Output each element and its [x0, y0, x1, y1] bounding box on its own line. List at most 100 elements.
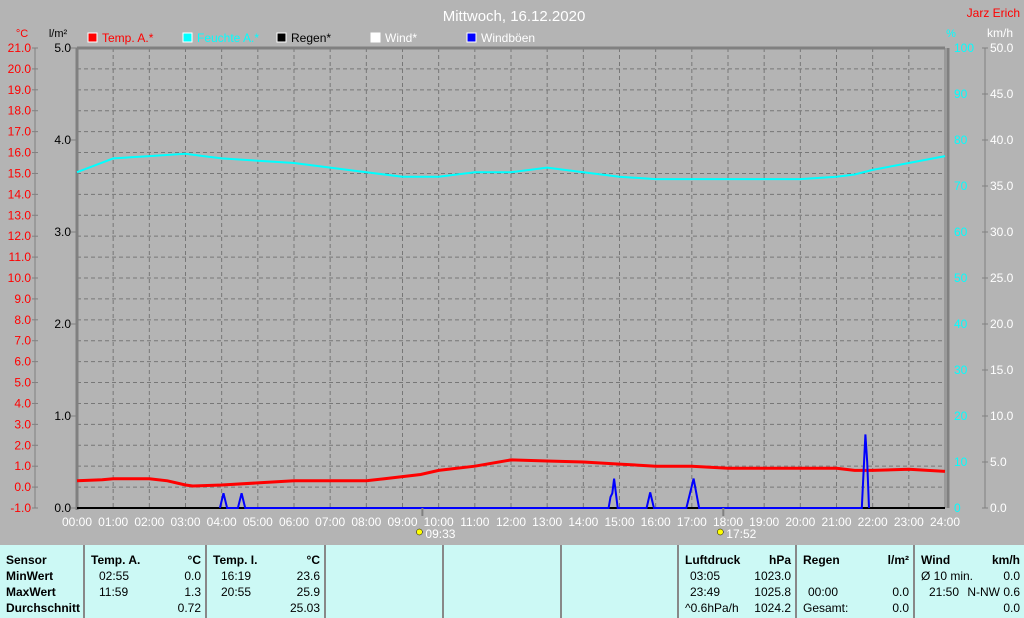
wind-tick-label: 25.0: [990, 271, 1014, 285]
wind-tick-label: 0.0: [990, 501, 1007, 515]
humidity-tick-label: 100: [954, 41, 974, 55]
humidity-tick-label: 80: [954, 133, 968, 147]
wind-tick-label: 10.0: [990, 409, 1014, 423]
temp-tick-label: 7.0: [14, 334, 31, 348]
x-tick-label: 01:00: [98, 515, 128, 529]
x-tick-label: 22:00: [858, 515, 888, 529]
header: Luftdruck: [685, 553, 741, 567]
temp-tick-label: 11.0: [9, 250, 32, 264]
legend-swatch: [370, 32, 381, 43]
humidity-tick-label: 40: [954, 317, 968, 331]
avg-value: 25.03: [289, 601, 320, 615]
last-value: 0.0: [1003, 601, 1020, 615]
wind-tick-label: 20.0: [990, 317, 1014, 331]
temp-tick-label: -1.0: [10, 501, 31, 515]
x-tick-label: 14:00: [568, 515, 598, 529]
header: Regen: [803, 553, 840, 567]
max-value: 25.9: [296, 585, 320, 599]
unit: l/m²: [887, 553, 909, 567]
legend-swatch: [87, 32, 98, 43]
x-tick-label: 03:00: [170, 515, 200, 529]
col-empty: [562, 545, 679, 618]
min-value: 0.0: [184, 569, 201, 583]
temp-tick-label: 9.0: [14, 292, 31, 306]
col-temp-a: Temp. A. °C 02:55 0.0 11:59 1.3 0.72: [85, 545, 207, 618]
x-tick-label: 13:00: [532, 515, 562, 529]
x-tick-label: 24:00: [930, 515, 960, 529]
x-tick-label: 23:00: [894, 515, 924, 529]
author-label: Jarz Erich: [967, 6, 1020, 20]
unit: km/h: [991, 553, 1020, 567]
humidity-tick-label: 30: [954, 363, 968, 377]
x-tick-label: 00:00: [62, 515, 92, 529]
unit: °C: [306, 553, 320, 567]
avg-value: 0.0: [1003, 569, 1020, 583]
avg-value: 0.72: [177, 601, 201, 615]
humidity-tick-label: 90: [954, 87, 968, 101]
summary-table: Sensor MinWert MaxWert Durchschnitt Temp…: [0, 545, 1024, 618]
x-tick-label: 12:00: [496, 515, 526, 529]
legend-swatch: [276, 32, 287, 43]
avg-label: Ø 10 min.: [921, 569, 974, 583]
x-tick-label: 02:00: [134, 515, 164, 529]
trend: ^0.6hPa/h: [685, 601, 739, 615]
row-label: MaxWert: [6, 585, 56, 599]
humidity-tick-label: 50: [954, 271, 968, 285]
sensor-header: Sensor: [6, 553, 47, 567]
col-sensor: Sensor MinWert MaxWert Durchschnitt: [0, 545, 85, 618]
max-time: 11:59: [99, 585, 129, 599]
col-empty: [326, 545, 444, 618]
max-time: 23:49: [690, 585, 721, 599]
wind-tick-label: 30.0: [990, 225, 1014, 239]
x-tick-label: 16:00: [641, 515, 671, 529]
max-value: 1025.8: [754, 585, 791, 599]
col-wind: Wind km/h Ø 10 min. 0.0 21:50 N-NW 0.6 0.0: [915, 545, 1024, 618]
wind-tick-label: 15.0: [990, 363, 1014, 377]
temp-tick-label: 10.0: [8, 271, 32, 285]
col-pressure: Luftdruck hPa 03:05 1023.0 23:49 1025.8 ^0.…: [679, 545, 797, 618]
wind-tick-label: 40.0: [990, 133, 1014, 147]
x-tick-label: 08:00: [351, 515, 381, 529]
x-tick-label: 04:00: [207, 515, 237, 529]
temp-tick-label: 16.0: [8, 146, 32, 160]
unit: hPa: [768, 553, 791, 567]
avg-value: 1024.2: [754, 601, 791, 615]
temp-axis-unit: °C: [16, 28, 28, 40]
total-value: 0.0: [892, 601, 909, 615]
legend-label: Temp. A.*: [102, 31, 154, 45]
temp-tick-label: 4.0: [14, 396, 31, 410]
temp-tick-label: 1.0: [14, 459, 31, 473]
legend-swatch: [466, 32, 477, 43]
col-empty: [444, 545, 562, 618]
x-tick-label: 05:00: [243, 515, 273, 529]
humidity-tick-label: 0: [954, 501, 961, 515]
humidity-tick-label: 10: [954, 455, 968, 469]
row-label: Durchschnitt: [6, 601, 81, 615]
wind-axis-unit: km/h: [987, 26, 1013, 40]
rain-tick-label: 4.0: [54, 133, 71, 147]
temp-tick-label: 2.0: [14, 438, 31, 452]
sunset-icon: [717, 528, 724, 536]
temp-tick-label: 21.0: [8, 41, 32, 55]
temp-tick-label: 6.0: [14, 355, 31, 369]
temp-tick-label: 0.0: [14, 480, 31, 494]
min-value: 1023.0: [754, 569, 791, 583]
temp-tick-label: 13.0: [8, 208, 32, 222]
temp-tick-label: 3.0: [14, 417, 31, 431]
wind-tick-label: 45.0: [990, 87, 1014, 101]
rain-tick-label: 5.0: [54, 41, 71, 55]
wind-tick-label: 35.0: [990, 179, 1014, 193]
x-tick-label: 06:00: [279, 515, 309, 529]
min-value: 23.6: [296, 569, 320, 583]
rain-tick-label: 3.0: [54, 225, 71, 239]
temp-tick-label: 5.0: [14, 376, 31, 390]
rain-axis-unit: l/m²: [49, 28, 68, 40]
legend-label: Wind*: [385, 31, 417, 45]
rain-tick-label: 0.0: [54, 501, 71, 515]
weather-chart: Mittwoch, 16.12.2020 Jarz Erich Temp. A.* F…: [8, 6, 1020, 541]
rain-tick-label: 2.0: [54, 317, 71, 331]
row-label: MinWert: [6, 569, 54, 583]
temp-tick-label: 17.0: [8, 125, 32, 139]
min-time: 02:55: [99, 569, 130, 583]
rain-tick-label: 1.0: [54, 409, 71, 423]
